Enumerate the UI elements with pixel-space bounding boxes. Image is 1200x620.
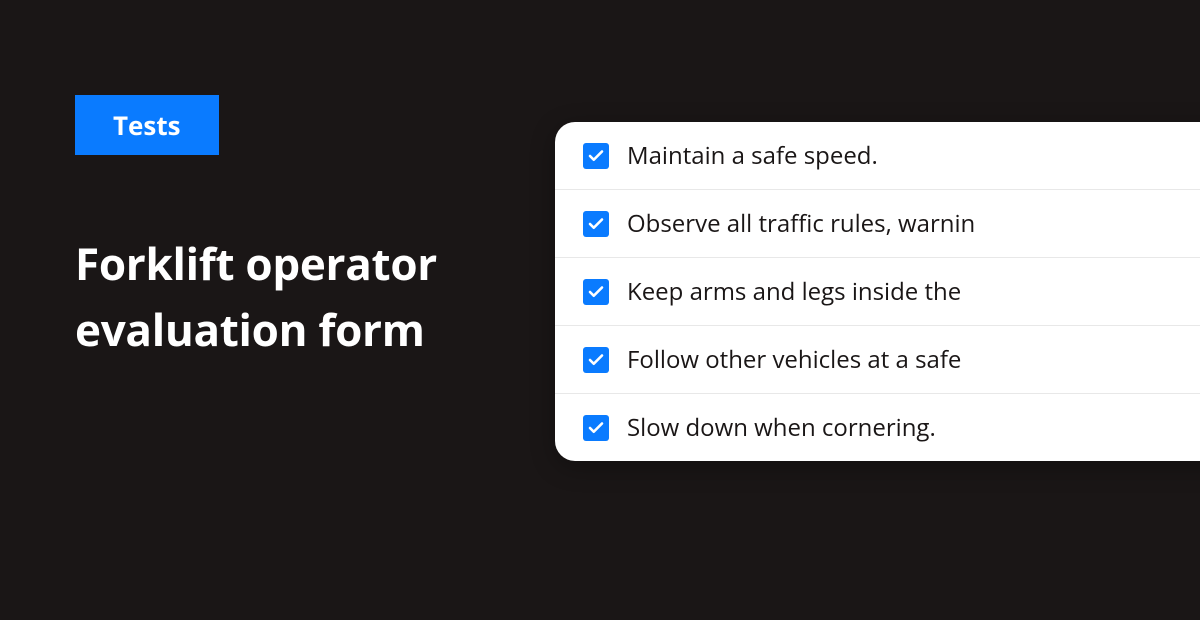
checkbox-checked-icon[interactable] [583, 143, 609, 169]
left-panel: Tests Forklift operator evaluation form [0, 0, 555, 620]
main-container: Tests Forklift operator evaluation form … [0, 0, 1200, 620]
checkbox-checked-icon[interactable] [583, 279, 609, 305]
checklist-item-label: Observe all traffic rules, warnin [627, 207, 975, 240]
category-badge: Tests [75, 95, 219, 155]
checkbox-checked-icon[interactable] [583, 347, 609, 373]
checklist-item-label: Maintain a safe speed. [627, 139, 878, 172]
checklist-item-label: Follow other vehicles at a safe [627, 343, 961, 376]
checkbox-checked-icon[interactable] [583, 211, 609, 237]
checklist-item-label: Keep arms and legs inside the [627, 275, 961, 308]
checklist-item[interactable]: Maintain a safe speed. [555, 122, 1200, 190]
checklist-item[interactable]: Keep arms and legs inside the [555, 258, 1200, 326]
checklist-card: Maintain a safe speed. Observe all traff… [555, 122, 1200, 461]
badge-label: Tests [113, 107, 181, 143]
page-title: Forklift operator evaluation form [75, 230, 555, 362]
checklist-item[interactable]: Follow other vehicles at a safe [555, 326, 1200, 394]
checklist-item[interactable]: Observe all traffic rules, warnin [555, 190, 1200, 258]
checkbox-checked-icon[interactable] [583, 415, 609, 441]
checklist-item[interactable]: Slow down when cornering. [555, 394, 1200, 461]
checklist-item-label: Slow down when cornering. [627, 411, 936, 444]
